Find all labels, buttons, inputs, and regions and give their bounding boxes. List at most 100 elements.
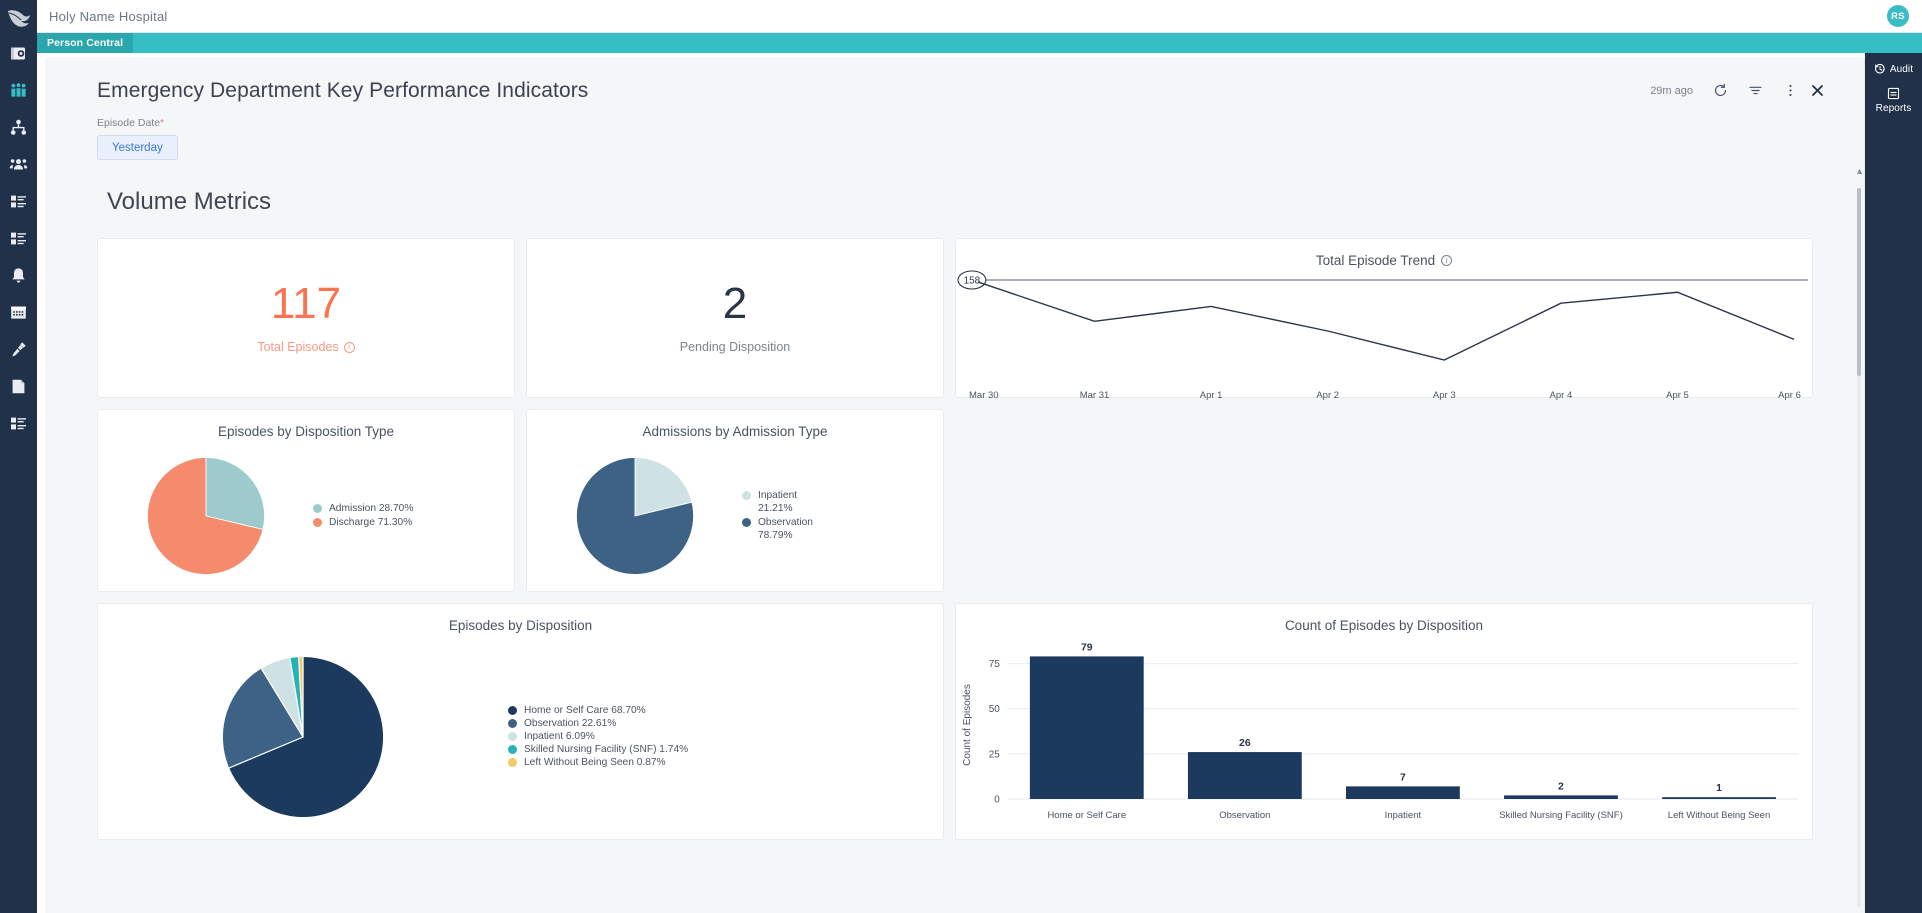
sidebar-item-schedule[interactable] bbox=[0, 294, 37, 331]
x-axis-tick-label: Mar 31 bbox=[1079, 390, 1110, 401]
pie-chart-canvas bbox=[575, 456, 694, 575]
legend-item[interactable]: Home or Self Care 68.70% bbox=[508, 704, 688, 717]
sidebar-item-documents[interactable] bbox=[0, 368, 37, 405]
legend-item[interactable]: Inpatient 21.21% bbox=[742, 489, 813, 515]
pie-holder bbox=[527, 455, 742, 577]
kpi-total-episodes-label-text: Total Episodes bbox=[257, 340, 339, 354]
pie-chart-canvas bbox=[221, 655, 385, 818]
last-refreshed-text: 29m ago bbox=[1650, 84, 1693, 97]
x-axis-tick-label: Mar 30 bbox=[969, 390, 999, 401]
reports-label: Reports bbox=[1875, 103, 1912, 114]
filter-icon bbox=[1749, 86, 1762, 95]
sidebar-item-hierarchy[interactable] bbox=[0, 109, 37, 146]
scroll-up-arrow[interactable]: ▲ bbox=[1855, 166, 1864, 176]
pie-holder bbox=[98, 653, 508, 821]
audit-button[interactable]: Audit bbox=[1874, 63, 1913, 75]
legend-item[interactable]: Discharge 71.30% bbox=[313, 516, 413, 529]
bar-value-label: 26 bbox=[1239, 738, 1251, 749]
bell-icon bbox=[12, 268, 25, 283]
dashboard-content: Volume Metrics 117 Total Episodes i 2 Pe… bbox=[45, 188, 1865, 840]
x-axis-tick-label: Apr 3 bbox=[1432, 390, 1456, 401]
legend-item[interactable]: Skilled Nursing Facility (SNF) 1.74% bbox=[508, 743, 688, 756]
filter-button[interactable] bbox=[1748, 83, 1763, 98]
info-icon[interactable]: i bbox=[343, 341, 355, 353]
line-chart-x-axis: Mar 30 Mar 31 Apr 1 Apr 2 Apr 3 Apr 4 Apr 5 Apr… bbox=[956, 390, 1812, 404]
history-clock-icon bbox=[1874, 63, 1885, 74]
sidebar-item-immunizations[interactable] bbox=[0, 331, 37, 368]
line-chart-canvas: 158 bbox=[957, 270, 1809, 361]
required-marker: * bbox=[160, 117, 165, 129]
chart-title-admissions-by-admission-type: Admissions by Admission Type bbox=[642, 424, 828, 439]
report-list-icon bbox=[11, 417, 26, 430]
organization-name: Holy Name Hospital bbox=[49, 8, 168, 24]
x-axis-tick-label: Apr 6 bbox=[1778, 390, 1801, 401]
dashboard-header: Emergency Department Key Performance Ind… bbox=[45, 57, 1865, 103]
main-column: Holy Name Hospital RS Person Central Eme… bbox=[37, 0, 1922, 913]
info-icon[interactable]: i bbox=[1441, 255, 1453, 266]
audit-inline: Audit bbox=[1874, 63, 1913, 75]
chart-legend: Admission 28.70% Discharge 71.30% bbox=[313, 502, 413, 528]
bar[interactable] bbox=[1187, 752, 1302, 799]
line-series[interactable] bbox=[977, 281, 1795, 361]
sidebar-item-chart-review[interactable] bbox=[0, 35, 37, 72]
bar-value-label: 2 bbox=[1558, 781, 1564, 792]
kpi-pending-disposition: 2 Pending Disposition bbox=[526, 238, 944, 398]
bar[interactable] bbox=[1662, 797, 1776, 799]
legend-item[interactable]: Observation 22.61% bbox=[508, 717, 688, 730]
legend-item[interactable]: Admission 28.70% bbox=[313, 502, 413, 515]
avatar[interactable]: RS bbox=[1887, 5, 1909, 27]
legend-swatch bbox=[313, 517, 322, 527]
audit-label: Audit bbox=[1889, 63, 1914, 75]
row-2-spacer bbox=[955, 409, 1813, 592]
sidebar-item-alerts[interactable] bbox=[0, 257, 37, 294]
legend-label: Left Without Being Seen 0.87% bbox=[524, 757, 666, 769]
more-options-button[interactable] bbox=[1783, 83, 1798, 98]
reports-button[interactable]: Reports bbox=[1876, 87, 1912, 114]
legend-item[interactable]: Inpatient 6.09% bbox=[508, 730, 688, 743]
legend-item[interactable]: Left Without Being Seen 0.87% bbox=[508, 756, 688, 769]
sidebar-item-reports[interactable] bbox=[0, 405, 37, 442]
chart-title-episodes-by-disposition: Episodes by Disposition bbox=[448, 618, 593, 633]
bar[interactable] bbox=[1504, 795, 1618, 799]
bird-logo-icon[interactable] bbox=[0, 2, 37, 35]
worklist-icon bbox=[11, 195, 26, 208]
legend-swatch bbox=[742, 491, 751, 501]
legend-item[interactable]: Observation 78.79% bbox=[742, 516, 813, 542]
pie-holder bbox=[98, 455, 313, 577]
x-axis-tick-label: Apr 2 bbox=[1316, 390, 1340, 401]
sidebar-item-tasks[interactable] bbox=[0, 220, 37, 257]
vertical-scrollbar[interactable] bbox=[1857, 188, 1861, 907]
legend-swatch bbox=[742, 517, 751, 527]
bar[interactable] bbox=[1029, 656, 1144, 799]
y-axis-tick-label: 50 bbox=[989, 704, 1001, 715]
calendar-icon bbox=[11, 306, 26, 319]
chart-title-count-of-episodes-by-disposition: Count of Episodes by Disposition bbox=[1284, 618, 1484, 633]
kpi-pending-disposition-value: 2 bbox=[722, 279, 748, 328]
tab-person-central[interactable]: Person Central bbox=[37, 33, 134, 53]
legend-label: Admission 28.70% bbox=[329, 503, 414, 515]
dashboard-wrapper: Emergency Department Key Performance Ind… bbox=[37, 53, 1865, 913]
bar-chart-svg: 0 25 50 75 79 26 7 2 1 Count of Episodes bbox=[962, 642, 1799, 806]
y-axis-tick-label: 75 bbox=[989, 659, 1001, 670]
sidebar-item-care-team[interactable] bbox=[0, 146, 37, 183]
close-button[interactable] bbox=[1810, 83, 1825, 98]
episode-date-chip[interactable]: Yesterday bbox=[97, 135, 178, 160]
task-list-icon bbox=[11, 232, 26, 245]
pie-body: Admission 28.70% Discharge 71.30% bbox=[98, 439, 514, 586]
scrollbar-thumb[interactable] bbox=[1857, 188, 1861, 376]
bar[interactable] bbox=[1346, 786, 1460, 799]
chart-title-episodes-by-disposition-type: Episodes by Disposition Type bbox=[217, 424, 395, 439]
chart-title-text: Total Episode Trend bbox=[1315, 253, 1436, 268]
chart-review-icon bbox=[11, 47, 25, 60]
x-axis-tick-label: Observation bbox=[1219, 810, 1271, 821]
legend-label: Home or Self Care 68.70% bbox=[524, 704, 646, 716]
refresh-button[interactable] bbox=[1713, 83, 1728, 98]
legend-text: Inpatient 21.21% bbox=[758, 490, 798, 515]
legend-swatch bbox=[508, 758, 517, 768]
x-axis-tick-label: Home or Self Care bbox=[1047, 810, 1127, 821]
care-team-icon bbox=[9, 159, 28, 170]
sidebar-item-population[interactable] bbox=[0, 72, 37, 109]
body-area: Emergency Department Key Performance Ind… bbox=[37, 53, 1922, 913]
sidebar-item-worklist[interactable] bbox=[0, 183, 37, 220]
legend-swatch bbox=[508, 731, 517, 741]
